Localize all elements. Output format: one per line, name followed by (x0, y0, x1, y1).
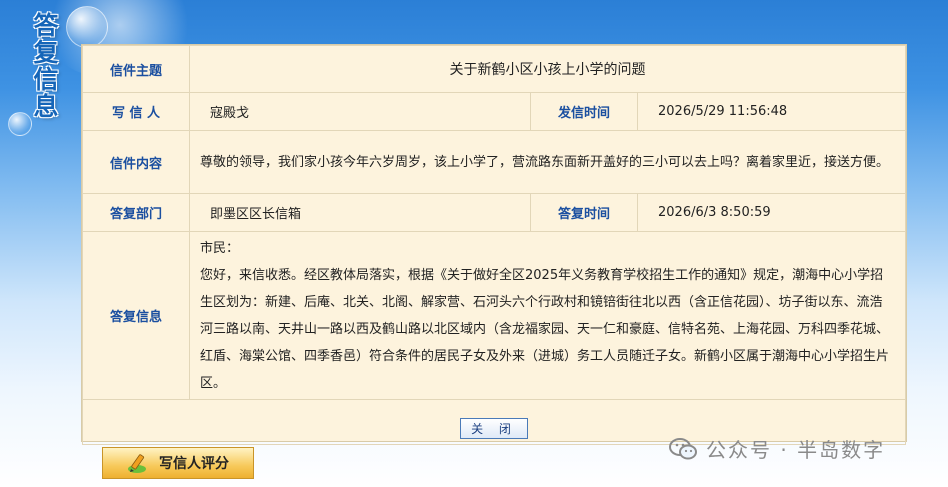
letter-info-table: 信件主题 关于新鹤小区小孩上小学的问题 写 信 人 寇殿戈 发信时间 2026/… (82, 45, 906, 445)
reply-label: 答复信息 (82, 231, 190, 400)
watermark: 公众号 · 半岛数字 (668, 434, 885, 463)
reply-greeting: 市民： (200, 240, 240, 256)
table-row: 信件内容 尊敬的领导，我们家小孩今年六岁周岁，该上小学了，营流路东面新开盖好的三… (82, 130, 906, 194)
table-row: 写 信 人 寇殿戈 发信时间 2026/5/29 11:56:48 (82, 92, 906, 131)
content-label: 信件内容 (82, 130, 190, 194)
dept-label: 答复部门 (82, 193, 190, 232)
pencil-icon (127, 452, 153, 474)
send-time-value: 2026/5/29 11:56:48 (637, 92, 906, 131)
reply-time-value: 2026/6/3 8:50:59 (637, 193, 906, 232)
writer-value: 寇殿戈 (189, 92, 531, 131)
table-row: 答复部门 即墨区区长信箱 答复时间 2026/6/3 8:50:59 (82, 193, 906, 232)
rate-writer-button[interactable]: 写信人评分 (102, 447, 254, 479)
watermark-text: 公众号 · 半岛数字 (706, 438, 886, 462)
dept-value: 即墨区区长信箱 (189, 193, 531, 232)
reply-value: 市民： 您好，来信收悉。经区教体局落实，根据《关于做好全区2025年义务教育学校… (189, 231, 906, 400)
table-row: 答复信息 市民： 您好，来信收悉。经区教体局落实，根据《关于做好全区2025年义… (82, 231, 906, 400)
side-title: 答复信息 (30, 12, 59, 120)
wechat-icon (669, 437, 697, 459)
writer-label: 写 信 人 (82, 92, 190, 131)
subject-label: 信件主题 (82, 45, 190, 93)
rate-writer-label: 写信人评分 (159, 456, 229, 472)
reply-panel: 信件主题 关于新鹤小区小孩上小学的问题 写 信 人 寇殿戈 发信时间 2026/… (81, 44, 907, 445)
reply-body: 您好，来信收悉。经区教体局落实，根据《关于做好全区2025年义务教育学校招生工作… (200, 267, 890, 391)
reply-time-label: 答复时间 (530, 193, 638, 232)
subject-value: 关于新鹤小区小孩上小学的问题 (189, 45, 906, 93)
decorative-bubble (66, 6, 108, 48)
close-button[interactable]: 关 闭 (460, 417, 528, 439)
send-time-label: 发信时间 (530, 92, 638, 131)
content-value: 尊敬的领导，我们家小孩今年六岁周岁，该上小学了，营流路东面新开盖好的三小可以去上… (189, 130, 906, 194)
table-row: 信件主题 关于新鹤小区小孩上小学的问题 (82, 45, 906, 93)
